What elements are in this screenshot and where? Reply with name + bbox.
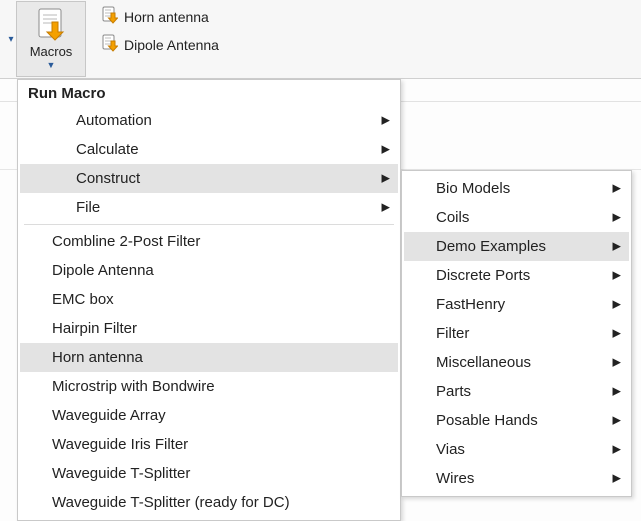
- menu-item-label: Combline 2-Post Filter: [52, 233, 200, 250]
- ribbon-toolbar: ▾ Macros ▼ Horn antenna Dipole Antenna: [0, 0, 641, 79]
- recent-macro-item[interactable]: Horn antenna: [100, 5, 221, 28]
- submenu-arrow-icon: ▶: [613, 435, 621, 464]
- submenu-arrow-icon: ▶: [613, 319, 621, 348]
- menu-title: Run Macro: [20, 83, 398, 106]
- menu-item-label: Automation: [76, 112, 152, 129]
- menu-item-label: Miscellaneous: [436, 354, 531, 371]
- menu-separator: [24, 224, 394, 225]
- submenu-arrow-icon: ▶: [382, 135, 390, 164]
- menu-item[interactable]: Horn antenna: [20, 343, 398, 372]
- menu-item[interactable]: Automation ▶: [20, 106, 398, 135]
- document-arrow-icon: [102, 6, 118, 27]
- menu-item[interactable]: Posable Hands ▶: [404, 406, 629, 435]
- macros-button[interactable]: Macros ▼: [16, 1, 86, 77]
- recent-macro-item[interactable]: Dipole Antenna: [100, 33, 221, 56]
- menu-item-label: Demo Examples: [436, 238, 546, 255]
- menu-item[interactable]: File ▶: [20, 193, 398, 222]
- submenu-arrow-icon: ▶: [613, 464, 621, 493]
- menu-item[interactable]: Waveguide T-Splitter: [20, 459, 398, 488]
- menu-item[interactable]: Filter ▶: [404, 319, 629, 348]
- submenu-arrow-icon: ▶: [382, 164, 390, 193]
- menu-item[interactable]: Calculate ▶: [20, 135, 398, 164]
- menu-item[interactable]: Construct ▶: [20, 164, 398, 193]
- menu-item-label: Calculate: [76, 141, 139, 158]
- submenu-arrow-icon: ▶: [613, 377, 621, 406]
- toolbar-dropdown-handle[interactable]: ▾: [6, 0, 16, 78]
- menu-item-label: Horn antenna: [52, 349, 143, 366]
- menu-item-label: Filter: [436, 325, 469, 342]
- macros-icon: [36, 8, 66, 42]
- menu-item[interactable]: Coils ▶: [404, 203, 629, 232]
- menu-item-label: Bio Models: [436, 180, 510, 197]
- recent-macro-label: Horn antenna: [124, 9, 209, 25]
- menu-item-label: Discrete Ports: [436, 267, 530, 284]
- menu-item[interactable]: Dipole Antenna: [20, 256, 398, 285]
- menu-item[interactable]: Vias ▶: [404, 435, 629, 464]
- menu-item-label: File: [76, 199, 100, 216]
- menu-item-label: Hairpin Filter: [52, 320, 137, 337]
- menu-item[interactable]: Demo Examples ▶: [404, 232, 629, 261]
- menu-item-label: Parts: [436, 383, 471, 400]
- submenu-arrow-icon: ▶: [613, 348, 621, 377]
- menu-item-label: Construct: [76, 170, 140, 187]
- run-macro-menu: Run Macro Automation▶Calculate▶Construct…: [17, 79, 401, 521]
- submenu-arrow-icon: ▶: [613, 261, 621, 290]
- menu-item[interactable]: Discrete Ports ▶: [404, 261, 629, 290]
- menu-item-label: Dipole Antenna: [52, 262, 154, 279]
- menu-item-label: Posable Hands: [436, 412, 538, 429]
- menu-item[interactable]: Microstrip with Bondwire: [20, 372, 398, 401]
- menu-item-label: Vias: [436, 441, 465, 458]
- submenu-arrow-icon: ▶: [613, 203, 621, 232]
- recent-macro-label: Dipole Antenna: [124, 37, 219, 53]
- submenu-arrow-icon: ▶: [613, 232, 621, 261]
- macros-recent-list: Horn antenna Dipole Antenna: [86, 0, 225, 56]
- submenu-arrow-icon: ▶: [613, 406, 621, 435]
- submenu-arrow-icon: ▶: [613, 174, 621, 203]
- chevron-down-icon: ▼: [47, 61, 56, 70]
- submenu-arrow-icon: ▶: [382, 193, 390, 222]
- menu-item[interactable]: Combline 2-Post Filter: [20, 227, 398, 256]
- menu-item[interactable]: FastHenry ▶: [404, 290, 629, 319]
- menu-item[interactable]: Parts ▶: [404, 377, 629, 406]
- menu-item-label: Waveguide Iris Filter: [52, 436, 188, 453]
- menu-item[interactable]: EMC box: [20, 285, 398, 314]
- menu-item-label: Wires: [436, 470, 474, 487]
- menu-item-label: FastHenry: [436, 296, 505, 313]
- submenu-arrow-icon: ▶: [613, 290, 621, 319]
- menu-item[interactable]: Waveguide Iris Filter: [20, 430, 398, 459]
- construct-submenu: Bio Models▶Coils▶Demo Examples▶Discrete …: [401, 170, 632, 497]
- menu-item[interactable]: Waveguide Array: [20, 401, 398, 430]
- menu-item[interactable]: Miscellaneous ▶: [404, 348, 629, 377]
- menu-item[interactable]: Wires ▶: [404, 464, 629, 493]
- menu-item-label: Waveguide Array: [52, 407, 166, 424]
- menu-item[interactable]: Bio Models ▶: [404, 174, 629, 203]
- submenu-arrow-icon: ▶: [382, 106, 390, 135]
- document-arrow-icon: [102, 34, 118, 55]
- menu-item-label: Coils: [436, 209, 469, 226]
- menu-item[interactable]: Hairpin Filter: [20, 314, 398, 343]
- menu-item-label: EMC box: [52, 291, 114, 308]
- menu-item-label: Waveguide T-Splitter: [52, 465, 190, 482]
- macros-button-label: Macros: [30, 44, 73, 59]
- menu-item-label: Microstrip with Bondwire: [52, 378, 215, 395]
